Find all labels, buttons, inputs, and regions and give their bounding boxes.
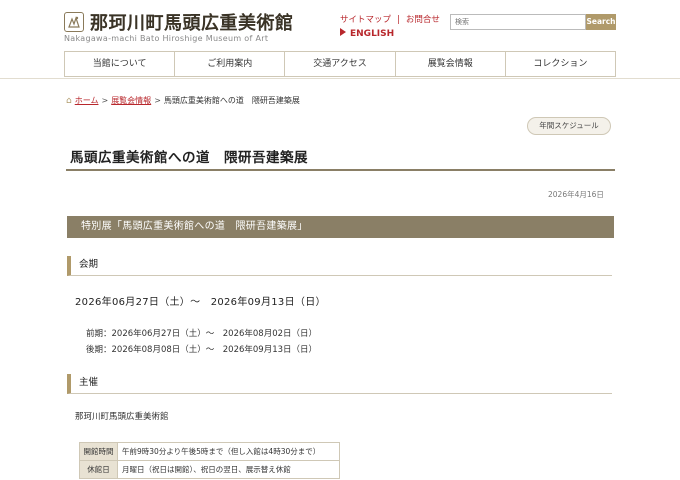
- arrow-right-icon: [340, 28, 346, 36]
- site-subtitle: Nakagawa-machi Bato Hiroshige Museum of …: [64, 34, 269, 43]
- title-divider: [66, 169, 615, 171]
- home-icon: ⌂: [66, 96, 72, 106]
- breadcrumb-current: 馬頭広重美術館への道 隈研吾建築展: [163, 96, 300, 105]
- table-label: 休館日: [79, 460, 118, 479]
- period-first-half: 前期：2026年06月27日（土）～ 2026年08月02日（日）: [86, 329, 318, 339]
- nav-item-access[interactable]: 交通アクセス: [284, 52, 394, 76]
- breadcrumb-home-link[interactable]: ホーム: [75, 96, 99, 105]
- english-link[interactable]: ENGLISH: [340, 28, 394, 39]
- breadcrumb-exhibitions-link[interactable]: 展覧会情報: [111, 96, 151, 105]
- contact-link[interactable]: お問合せ: [406, 13, 440, 25]
- main-nav: 当館について ご利用案内 交通アクセス 展覧会情報 コレクション: [64, 51, 617, 77]
- utility-links: サイトマップ | お問合せ: [340, 13, 440, 25]
- table-label: 開館時間: [79, 442, 118, 461]
- link-separator: |: [397, 15, 400, 25]
- period-main: 2026年06月27日（土）～ 2026年09月13日（日）: [75, 297, 326, 308]
- table-row: 休館日 月曜日（祝日は開館）、祝日の翌日、展示替え休館: [79, 460, 340, 479]
- organizer-name: 那珂川町馬頭広重美術館: [75, 412, 169, 422]
- museum-logo-icon[interactable]: [64, 12, 84, 32]
- search-input[interactable]: [450, 14, 586, 30]
- header-divider: [0, 78, 680, 79]
- page-title: 馬頭広重美術館への道 隈研吾建築展: [70, 150, 308, 166]
- nav-item-visit[interactable]: ご利用案内: [174, 52, 284, 76]
- nav-item-collection[interactable]: コレクション: [504, 52, 617, 76]
- table-value: 午前9時30分より午後5時まで（但し入館は4時30分まで）: [117, 442, 340, 461]
- breadcrumb: ⌂ ホーム > 展覧会情報 > 馬頭広重美術館への道 隈研吾建築展: [66, 95, 300, 106]
- section-heading-period: 会期: [67, 256, 612, 276]
- breadcrumb-separator: >: [101, 96, 109, 105]
- english-link-label: ENGLISH: [350, 29, 395, 39]
- sitemap-link[interactable]: サイトマップ: [340, 13, 391, 25]
- annual-schedule-button[interactable]: 年間スケジュール: [527, 117, 611, 135]
- table-row: 開館時間 午前9時30分より午後5時まで（但し入館は4時30分まで）: [79, 442, 340, 461]
- period-second-half: 後期：2026年08月08日（土）～ 2026年09月13日（日）: [86, 345, 318, 355]
- search-button[interactable]: Search: [586, 14, 616, 30]
- post-date: 2026年4月16日: [548, 190, 604, 199]
- nav-item-about[interactable]: 当館について: [64, 52, 174, 76]
- site-header: 那珂川町馬頭広重美術館 Nakagawa-machi Bato Hiroshig…: [0, 0, 680, 52]
- info-table: 開館時間 午前9時30分より午後5時まで（但し入館は4時30分まで） 休館日 月…: [79, 442, 340, 479]
- nav-item-exhibitions[interactable]: 展覧会情報: [394, 52, 505, 76]
- section-heading-organizer: 主催: [67, 374, 612, 394]
- table-value: 月曜日（祝日は開館）、祝日の翌日、展示替え休館: [117, 460, 340, 479]
- site-title[interactable]: 那珂川町馬頭広重美術館: [90, 9, 294, 35]
- breadcrumb-separator: >: [154, 96, 161, 105]
- exhibition-banner: 特別展「馬頭広重美術館への道 隈研吾建築展」: [67, 216, 614, 238]
